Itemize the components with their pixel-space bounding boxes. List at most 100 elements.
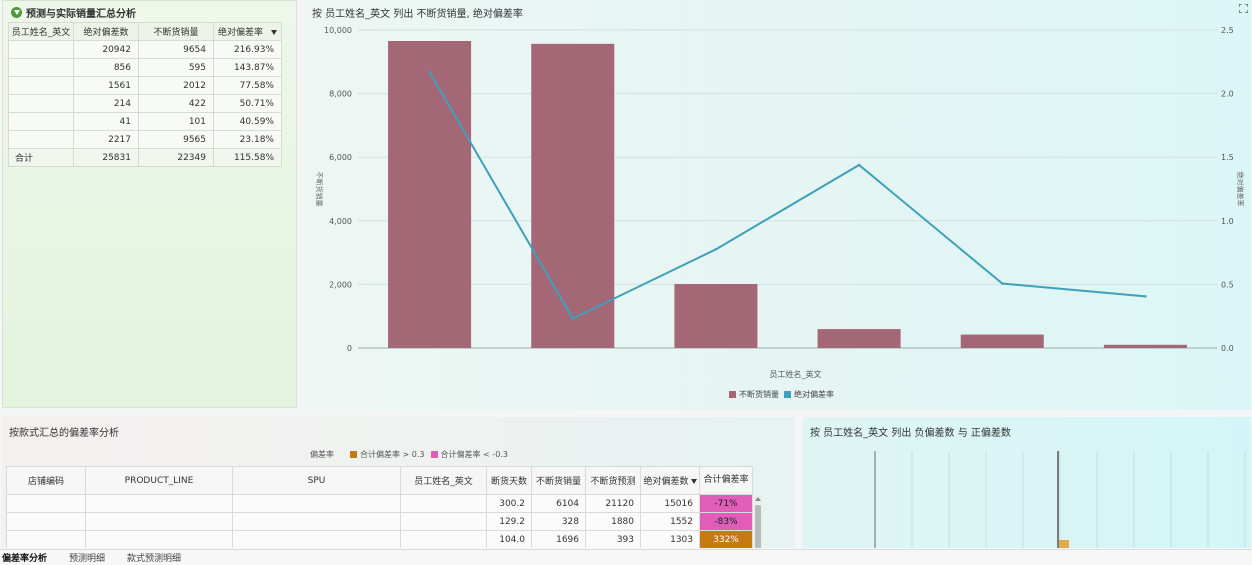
- bar[interactable]: [388, 41, 472, 348]
- cell-total-rate: 332%: [699, 530, 753, 548]
- y-tick-label: 4,000: [329, 217, 352, 226]
- bar[interactable]: [531, 43, 615, 348]
- y2-tick-label: 2.5: [1221, 26, 1234, 35]
- rate-point[interactable]: [428, 70, 431, 74]
- cell-sales: 2012: [138, 76, 214, 95]
- table-row[interactable]: 20942 9654 216.93%: [8, 40, 282, 59]
- deviation-panel-title: 按款式汇总的偏差率分析: [9, 428, 119, 439]
- table-row[interactable]: 214 422 50.71%: [8, 94, 282, 113]
- col-header-rate[interactable]: 绝对偏差率: [213, 22, 282, 41]
- legend-title: 偏差率: [310, 450, 334, 459]
- cell-sales: 422: [138, 94, 214, 113]
- rate-point[interactable]: [1001, 282, 1004, 285]
- cell-sales: 328: [531, 512, 586, 531]
- legend-swatch-sales: [729, 391, 736, 398]
- cell-store: [6, 494, 86, 513]
- table-row[interactable]: 300.2 6104 21120 15016 -71%: [6, 494, 753, 513]
- col-header-employee[interactable]: 员工姓名_英文: [400, 466, 487, 495]
- y2-tick-label: 1.5: [1221, 153, 1234, 162]
- chart-title: 按 员工姓名_英文 列出 不断货销量, 绝对偏差率: [312, 9, 523, 20]
- y2-tick-label: 0.5: [1221, 280, 1234, 289]
- tab-1[interactable]: 预测明细: [69, 551, 105, 564]
- rate-point[interactable]: [857, 163, 861, 167]
- col-header-forecast[interactable]: 不断货预测: [585, 466, 641, 495]
- posneg-chart: [874, 451, 1246, 548]
- cell-product-line: [85, 530, 233, 548]
- sheet-tabs: 偏差率分析 预测明细 款式预测明细: [0, 549, 1252, 565]
- cell-name: [8, 40, 74, 59]
- scroll-thumb[interactable]: [755, 505, 761, 548]
- y-tick-label: 8,000: [329, 90, 352, 99]
- legend-item-neg: 合计偏差率 < -0.3: [430, 449, 508, 460]
- rate-point[interactable]: [714, 248, 718, 251]
- bar[interactable]: [960, 334, 1044, 348]
- tab-0[interactable]: 偏差率分析: [2, 551, 47, 564]
- cell-product-line: [85, 494, 233, 513]
- cell-sales: 1696: [531, 530, 586, 548]
- x-axis-label: 员工姓名_英文: [770, 369, 822, 379]
- y2-tick-label: 0.0: [1221, 344, 1234, 353]
- summary-panel-title: 预测与实际销量汇总分析: [26, 9, 136, 20]
- table-row[interactable]: 104.0 1696 393 1303 332%: [6, 530, 753, 548]
- col-header-abs-dev[interactable]: 绝对偏差数: [73, 22, 139, 41]
- table-row[interactable]: 856 595 143.87%: [8, 58, 282, 77]
- summary-panel: 预测与实际销量汇总分析 员工姓名_英文 绝对偏差数 不断货销量 绝对偏差率 20…: [2, 0, 297, 408]
- table-row[interactable]: 129.2 328 1880 1552 -83%: [6, 512, 753, 531]
- deviation-legend: 偏差率 合计偏差率 > 0.3 合计偏差率 < -0.3: [310, 449, 508, 460]
- col-header-store[interactable]: 店铺编码: [6, 466, 86, 495]
- legend-item-pos: 合计偏差率 > 0.3: [350, 449, 425, 460]
- col-header-abs-dev[interactable]: 绝对偏差数: [640, 466, 700, 495]
- sort-desc-icon[interactable]: [690, 479, 697, 484]
- table-scrollbar[interactable]: [754, 495, 762, 548]
- col-header-sales[interactable]: 不断货销量: [531, 466, 586, 495]
- table-row[interactable]: 41 101 40.59%: [8, 112, 282, 131]
- col-header-product-line[interactable]: PRODUCT_LINE: [85, 466, 233, 495]
- cell-name: [8, 76, 74, 95]
- rate-point[interactable]: [1144, 295, 1147, 298]
- table-row[interactable]: 2217 9565 23.18%: [8, 130, 282, 149]
- cell-sales: 6104: [531, 494, 586, 513]
- cell-name: 合计: [8, 148, 74, 167]
- y-tick-label: 2,000: [329, 280, 352, 289]
- bar[interactable]: [817, 329, 901, 348]
- scroll-up-icon[interactable]: [755, 497, 761, 501]
- legend-swatch-pos: [350, 451, 357, 458]
- col-header-name[interactable]: 员工姓名_英文: [8, 22, 74, 41]
- summary-total-row[interactable]: 合计 25831 22349 115.58%: [8, 148, 282, 167]
- tab-2[interactable]: 款式预测明细: [127, 551, 181, 564]
- col-header-abs-dev-label: 绝对偏差数: [643, 477, 689, 487]
- col-header-sales[interactable]: 不断货销量: [138, 22, 214, 41]
- cell-abs-dev: 15016: [640, 494, 700, 513]
- filter-funnel-icon[interactable]: [11, 7, 22, 18]
- cell-product-line: [85, 512, 233, 531]
- legend-swatch-rate: [784, 391, 791, 398]
- legend-label-rate: 绝对偏差率: [794, 389, 834, 399]
- cell-rate: 23.18%: [213, 130, 282, 149]
- posneg-grid: [911, 451, 1246, 548]
- y-tick-label: 10,000: [324, 26, 352, 35]
- cell-sales: 595: [138, 58, 214, 77]
- deviation-panel: 按款式汇总的偏差率分析 偏差率 合计偏差率 > 0.3 合计偏差率 < -0.3…: [2, 417, 795, 548]
- posneg-bar[interactable]: [1059, 540, 1069, 548]
- expand-icon[interactable]: [1239, 4, 1248, 13]
- cell-store: [6, 530, 86, 548]
- bar[interactable]: [674, 284, 758, 348]
- cell-rate: 50.71%: [213, 94, 282, 113]
- table-row[interactable]: 1561 2012 77.58%: [8, 76, 282, 95]
- cell-total-rate: -71%: [699, 494, 753, 513]
- cell-sales: 22349: [138, 148, 214, 167]
- summary-table-body: 20942 9654 216.93% 856 595 143.87% 1561 2012 77.…: [8, 40, 282, 167]
- col-header-spu[interactable]: SPU: [232, 466, 401, 495]
- col-header-days[interactable]: 断货天数: [486, 466, 532, 495]
- cell-total-rate: -83%: [699, 512, 753, 531]
- cell-rate: 77.58%: [213, 76, 282, 95]
- combo-chart: 0 2,000 4,000 6,000 8,000 10,000 0.0 0.5 1.0 1.5 2…: [315, 26, 1245, 399]
- sort-desc-icon[interactable]: [271, 30, 277, 35]
- col-header-total-rate[interactable]: 合计偏差率: [699, 466, 753, 495]
- cell-spu: [232, 530, 401, 548]
- cell-name: [8, 94, 74, 113]
- cell-employee: [400, 494, 487, 513]
- y2-tick-label: 1.0: [1221, 217, 1234, 226]
- rate-point[interactable]: [571, 317, 574, 320]
- bar[interactable]: [1103, 344, 1187, 348]
